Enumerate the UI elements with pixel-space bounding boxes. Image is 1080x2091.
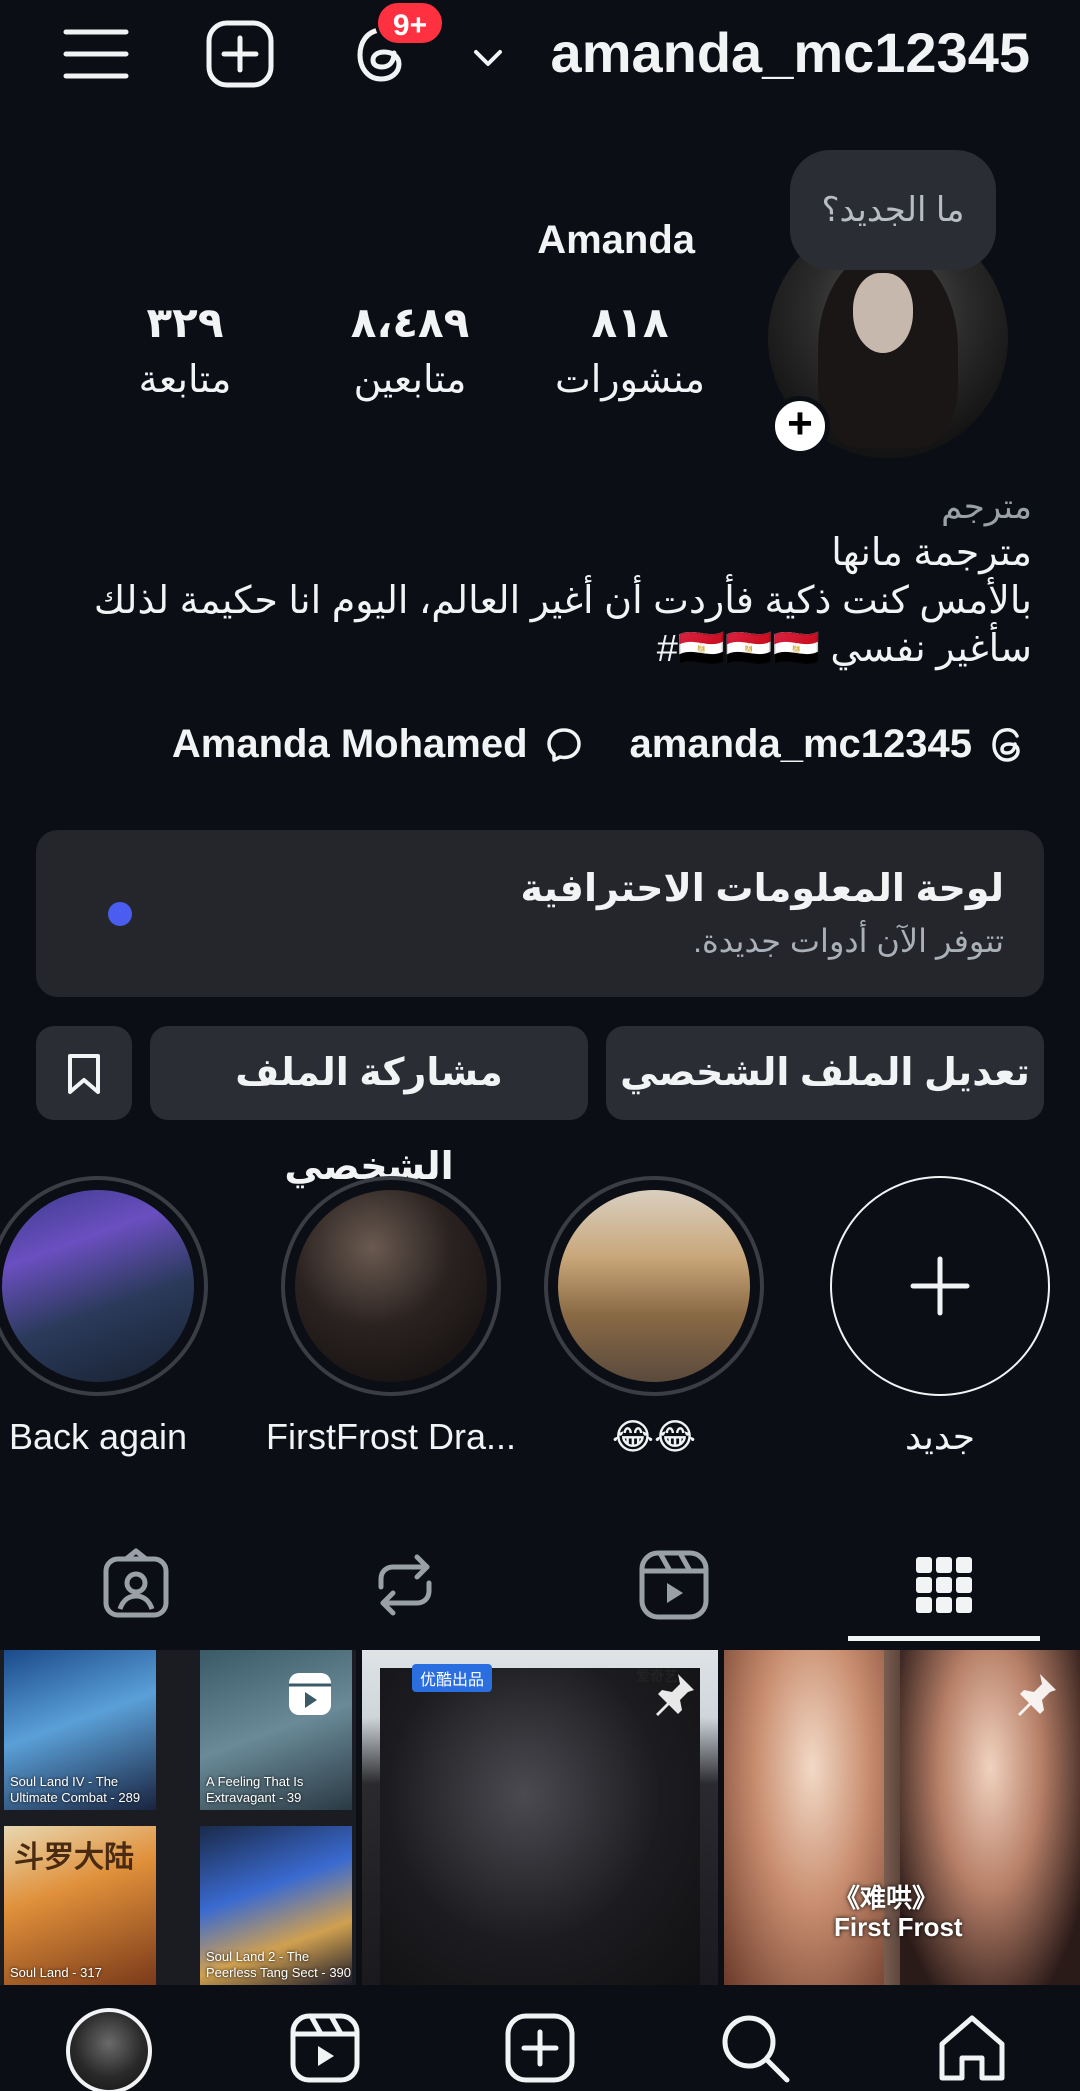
pin-icon [1012, 1670, 1060, 1718]
profile-category: مترجم [941, 488, 1032, 526]
chevron-down-icon[interactable] [470, 40, 506, 76]
posts-label: منشورات [554, 359, 706, 401]
dashboard-title: لوحة المعلومات الاحترافية [520, 868, 1005, 910]
reels-icon [639, 1550, 709, 1620]
post-title-cn: 《难哄》 [834, 1883, 939, 1913]
note-bubble[interactable]: ما الجديد؟ [790, 150, 996, 270]
menu-icon[interactable] [60, 18, 132, 90]
active-tab-indicator [848, 1636, 1040, 1641]
linked-accounts: Amanda Mohamed amanda_mc12345 [172, 716, 1030, 772]
tab-grid[interactable] [904, 1545, 984, 1625]
thumbnail-caption: A Feeling That Is Extravagant - 39 [206, 1774, 304, 1805]
home-nav-icon[interactable] [932, 2008, 1012, 2088]
bio-line: سأغير نفسي 🇪🇬🇪🇬🇪🇬# [656, 628, 1032, 670]
followers-stat[interactable]: ٨،٤٨٩ متابعين [320, 298, 500, 402]
highlight-item[interactable]: Back again [0, 1176, 208, 1458]
thumbnail-logo: 斗罗大陆 [14, 1841, 134, 1874]
repost-icon [378, 1554, 432, 1616]
share-profile-button[interactable]: مشاركة الملف الشخصي [150, 1026, 588, 1188]
username[interactable]: amanda_mc12345 [551, 20, 1030, 85]
threads-handle[interactable]: amanda_mc12345 [630, 722, 972, 767]
following-label: متابعة [138, 359, 232, 401]
highlight-label: جديد [904, 1416, 976, 1457]
bio-line: بالأمس كنت ذكية فأردت أن أغير العالم، ال… [93, 580, 1032, 622]
tab-reels[interactable] [634, 1545, 714, 1625]
professional-dashboard[interactable]: لوحة المعلومات الاحترافية تتوفر الآن أدو… [36, 830, 1044, 997]
unread-dot [108, 902, 132, 926]
new-highlight-circle[interactable] [830, 1176, 1050, 1396]
edit-profile-button[interactable]: تعديل الملف الشخصي [606, 1026, 1044, 1120]
followers-count: ٨،٤٨٩ [350, 299, 470, 346]
reels-nav-icon[interactable] [285, 2008, 365, 2088]
posts-stat[interactable]: ٨١٨ منشورات [545, 298, 715, 402]
highlight-cover [2, 1190, 194, 1382]
search-nav-icon[interactable] [715, 2008, 795, 2088]
dashboard-subtitle: تتوفر الآن أدوات جديدة. [693, 923, 1004, 959]
notification-badge: 9+ [375, 0, 445, 46]
tab-tagged[interactable] [96, 1545, 176, 1625]
bookmark-icon [64, 1052, 104, 1096]
profile-avatar-nav[interactable] [66, 2008, 152, 2091]
create-icon[interactable] [204, 18, 276, 90]
post-thumbnail: 斗罗大陆 Soul Land - 317 [4, 1826, 156, 1985]
post-thumbnail: Soul Land 2 - The Peerless Tang Sect - 3… [200, 1826, 352, 1985]
grid-post[interactable]: 优酷出品 爱奇艺 [362, 1650, 718, 1985]
grid-post[interactable]: 《难哄》 First Frost [724, 1650, 1080, 1985]
thumbnail-caption: Soul Land - 317 [10, 1965, 102, 1980]
reel-icon [286, 1670, 334, 1718]
pin-icon [650, 1670, 698, 1718]
post-thumbnail: Soul Land IV - The Ultimate Combat - 289 [4, 1650, 156, 1810]
tab-reposts[interactable] [365, 1545, 445, 1625]
add-story-icon[interactable]: + [770, 396, 830, 456]
grid-post[interactable]: Soul Land IV - The Ultimate Combat - 289… [0, 1650, 356, 1985]
grid-icon [916, 1557, 972, 1613]
saved-button[interactable] [36, 1026, 132, 1120]
highlight-item[interactable]: 😂😂 [544, 1176, 764, 1458]
followers-label: متابعين [353, 359, 467, 401]
thumbnail-caption: Soul Land IV - The Ultimate Combat - 289 [10, 1774, 141, 1805]
thumbnail-caption: Soul Land 2 - The Peerless Tang Sect - 3… [206, 1949, 352, 1980]
bio-line: مترجمة مانها [831, 532, 1032, 574]
tagged-icon [103, 1548, 169, 1618]
following-count: ٣٢٩ [146, 299, 224, 346]
highlight-label: Back again [8, 1416, 188, 1457]
following-stat[interactable]: ٣٢٩ متابعة [110, 298, 260, 402]
highlight-label: FirstFrost Dra... [266, 1416, 516, 1457]
highlight-cover [558, 1190, 750, 1382]
messenger-icon [542, 722, 586, 766]
posts-count: ٨١٨ [591, 299, 669, 346]
bio: مترجم مترجمة مانها بالأمس كنت ذكية فأردت… [94, 485, 1032, 673]
bottom-nav [0, 1990, 1080, 2091]
top-bar: 9+ amanda_mc12345 [0, 0, 1080, 110]
post-tag: 优酷出品 [412, 1664, 493, 1692]
new-highlight[interactable]: جديد [830, 1176, 1050, 1458]
posts-grid: Soul Land IV - The Ultimate Combat - 289… [0, 1650, 1080, 1985]
plus-icon [910, 1256, 970, 1316]
linked-name[interactable]: Amanda Mohamed [172, 722, 528, 767]
display-name: Amanda [537, 218, 695, 262]
post-title-en: First Frost [834, 1912, 963, 1942]
threads-icon [986, 722, 1030, 766]
profile-tabs [0, 1525, 1080, 1640]
highlight-label: 😂😂 [611, 1416, 697, 1457]
highlight-cover [295, 1190, 487, 1382]
post-thumbnail: A Feeling That Is Extravagant - 39 [200, 1650, 352, 1810]
create-nav-icon[interactable] [500, 2008, 580, 2088]
highlight-item[interactable]: FirstFrost Dra... [266, 1176, 516, 1458]
